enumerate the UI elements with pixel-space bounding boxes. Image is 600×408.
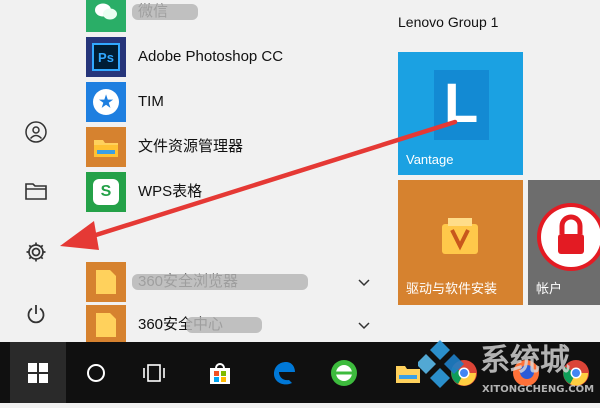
settings-button[interactable] — [0, 226, 72, 278]
documents-button[interactable] — [0, 164, 72, 216]
folder-icon — [86, 262, 126, 302]
app-label: Adobe Photoshop CC — [138, 48, 284, 65]
task-view-button[interactable] — [126, 342, 182, 403]
app-folder-360-security[interactable]: 360安全中心 — [86, 305, 376, 345]
tile-label: Vantage — [406, 152, 454, 167]
edge-button[interactable] — [256, 342, 312, 403]
app-item-file-explorer[interactable]: 文件资源管理器 — [86, 127, 376, 167]
gear-icon — [26, 242, 46, 262]
photoshop-icon: Ps — [86, 37, 126, 77]
360-browser-icon — [331, 359, 357, 386]
tile-area: Lenovo Group 1 L Vantage 驱动与软件安装 帐户 — [382, 0, 600, 342]
svg-text:系统城: 系统城 — [480, 343, 570, 378]
app-list: 微信 Ps Adobe Photoshop CC ★ TIM 文件资源管理器 S… — [72, 0, 382, 345]
edge-icon — [274, 361, 295, 384]
app-item-wechat[interactable]: 微信 — [86, 0, 376, 32]
cortana-icon — [87, 363, 105, 382]
svg-text:XITONGCHENG.COM: XITONGCHENG.COM — [482, 384, 594, 395]
app-item-tim[interactable]: ★ TIM — [86, 82, 376, 122]
store-icon — [210, 362, 230, 384]
tim-icon: ★ — [86, 82, 126, 122]
tile-account[interactable]: 帐户 — [528, 180, 600, 305]
vantage-logo-icon: L — [444, 71, 479, 134]
tile-driver-install[interactable]: 驱动与软件安装 — [398, 180, 523, 305]
power-icon — [27, 305, 45, 324]
redaction-smudge — [132, 274, 308, 290]
chevron-down-icon[interactable] — [356, 274, 372, 290]
user-account-button[interactable] — [0, 106, 72, 158]
app-label: WPS表格 — [138, 183, 203, 200]
lock-icon — [537, 203, 600, 271]
app-folder-360-browser[interactable]: 360安全浏览器 — [86, 262, 376, 302]
store-button[interactable] — [192, 342, 248, 403]
folder-icon — [86, 127, 126, 167]
redaction-smudge — [186, 317, 262, 333]
file-explorer-icon — [25, 183, 47, 200]
wechat-icon — [86, 0, 126, 32]
start-button[interactable] — [10, 342, 66, 403]
tile-vantage[interactable]: L Vantage — [398, 52, 523, 175]
app-label: TIM — [138, 93, 164, 110]
driver-install-icon — [442, 218, 478, 254]
app-item-photoshop[interactable]: Ps Adobe Photoshop CC — [86, 37, 376, 77]
redaction-smudge — [132, 4, 198, 20]
watermark-logo: 系统城 XITONGCHENG.COM — [416, 330, 600, 403]
folder-icon — [86, 305, 126, 345]
tile-label: 帐户 — [536, 281, 563, 296]
power-button[interactable] — [0, 288, 72, 340]
wps-spreadsheet-icon: S — [86, 172, 126, 212]
360-browser-button[interactable] — [316, 342, 372, 403]
tile-label: 驱动与软件安装 — [406, 281, 498, 296]
start-left-rail — [0, 0, 72, 342]
tile-group-title: Lenovo Group 1 — [398, 14, 499, 30]
app-label: 文件资源管理器 — [138, 138, 244, 155]
task-view-icon — [143, 363, 165, 382]
app-item-wps-spreadsheet[interactable]: S WPS表格 — [86, 172, 376, 212]
search-button[interactable] — [68, 342, 124, 403]
chevron-down-icon[interactable] — [356, 317, 372, 333]
windows-logo-icon — [28, 362, 48, 383]
user-icon — [25, 121, 47, 143]
watermark-logo-icon: 系统城 XITONGCHENG.COM — [416, 340, 594, 395]
